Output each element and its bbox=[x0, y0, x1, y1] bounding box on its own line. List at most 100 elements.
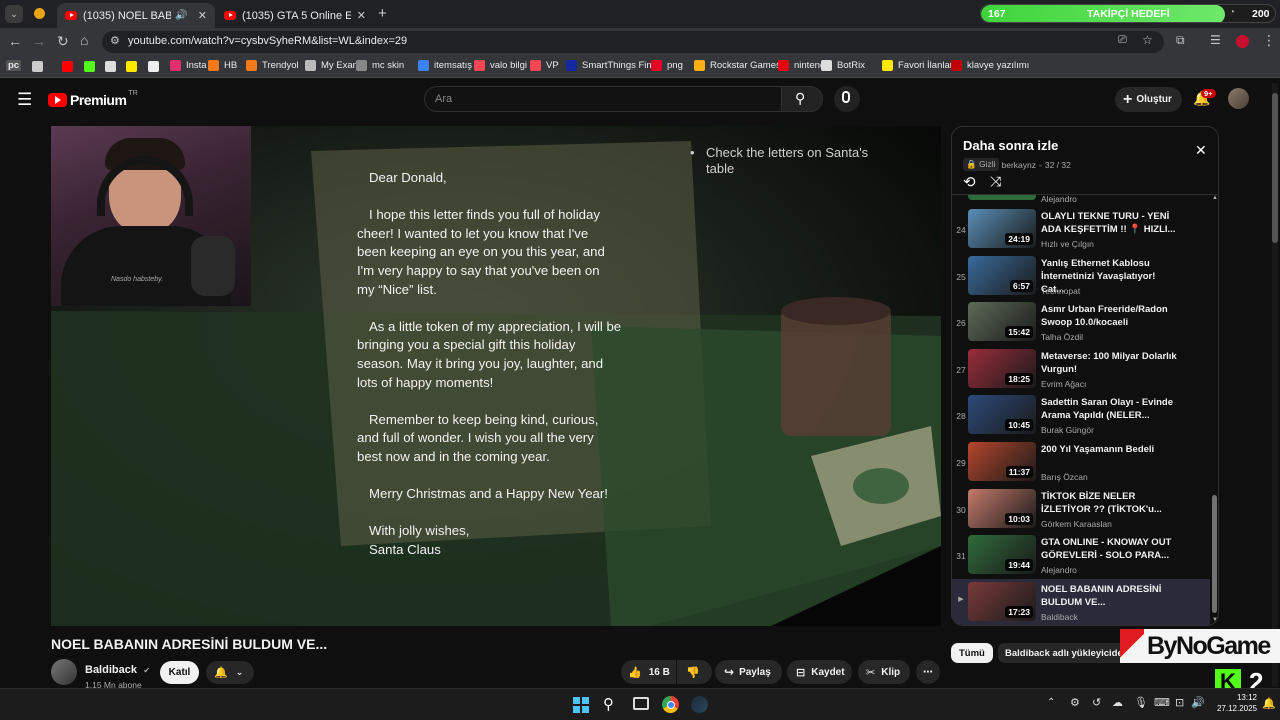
site-info-icon[interactable]: ⚙ bbox=[110, 34, 120, 47]
bookmark-2[interactable]: HB bbox=[208, 60, 237, 71]
bookmark-10[interactable]: png bbox=[651, 60, 683, 71]
playlist-item[interactable]: 25 6:57 Yanlış Ethernet Kablosu İnternetin… bbox=[952, 255, 1210, 302]
playlist-item[interactable]: 28 10:45 Sadettin Saran Olayı - Evinde Ara… bbox=[952, 395, 1210, 441]
profile-avatar[interactable] bbox=[1236, 35, 1249, 48]
partial-playlist-item[interactable]: Alejandro bbox=[952, 195, 1210, 204]
playlist-scrollbar[interactable]: ▲ ▼ bbox=[1212, 195, 1218, 625]
playlist-item[interactable]: 29 11:37 200 Yıl Yaşamanın Bedeli Barış Özc… bbox=[952, 442, 1210, 488]
playlist-owner[interactable]: berkaynz bbox=[1002, 160, 1037, 170]
s-bookmark-icon[interactable] bbox=[126, 61, 137, 72]
steam-taskbar-icon[interactable] bbox=[691, 696, 708, 713]
bookmark-14[interactable]: Favori İlanlar bbox=[882, 60, 953, 71]
pinned-tab-icon[interactable] bbox=[34, 8, 45, 19]
dislike-button[interactable]: 👎 bbox=[677, 660, 712, 684]
objective-bullet-icon: • bbox=[690, 145, 695, 160]
channel-avatar[interactable] bbox=[51, 659, 77, 685]
bookmark-8[interactable]: VP bbox=[530, 60, 559, 71]
close-tab-icon[interactable]: ✕ bbox=[357, 9, 366, 22]
onedrive-icon[interactable]: ☁ bbox=[1112, 696, 1123, 709]
windows-start-icon[interactable] bbox=[573, 697, 589, 713]
bookmark-star-icon[interactable]: ☆ bbox=[1142, 33, 1153, 47]
bookmark-13[interactable]: BotRix bbox=[821, 60, 865, 71]
search-box[interactable]: Ara bbox=[424, 86, 782, 112]
chrome-taskbar-icon[interactable] bbox=[662, 696, 679, 713]
playlist-item[interactable]: 24 24:19 OLAYLI TEKNE TURU - YENİ ADA KEŞF… bbox=[952, 209, 1210, 255]
tab-youtube-2[interactable]: (1035) GTA 5 Online Enhanced ✕ bbox=[216, 3, 374, 28]
playlist-title[interactable]: Daha sonra izle bbox=[963, 138, 1058, 153]
tab-search-button[interactable]: ⌄ bbox=[5, 5, 23, 23]
x-bookmark-icon[interactable] bbox=[148, 61, 159, 72]
clip-button[interactable]: ✂ Klip bbox=[858, 660, 910, 684]
address-bar[interactable]: ⚙ youtube.com/watch?v=cysbvSyheRM&list=W… bbox=[102, 31, 1164, 53]
new-tab-icon[interactable]: + bbox=[378, 5, 387, 22]
chip-all[interactable]: Tümü bbox=[951, 643, 993, 663]
chrome-menu-icon[interactable]: ⋮ bbox=[1262, 32, 1276, 49]
audio-playing-icon[interactable]: 🔊 bbox=[175, 10, 187, 21]
keyboard-tray-icon[interactable]: ⌨ bbox=[1154, 696, 1170, 709]
more-actions-button[interactable]: ⋯ bbox=[916, 660, 940, 684]
reload-icon[interactable]: ↻ bbox=[57, 33, 69, 50]
playlist-item[interactable]: 26 15:42 Asmr Urban Freeride/Radon Swoop 1… bbox=[952, 302, 1210, 348]
playlist-item[interactable]: 30 10:03 TİKTOK BİZE NELER İZLETİYOR ?? (T… bbox=[952, 488, 1210, 535]
extensions-icon[interactable]: ⧉ bbox=[1176, 33, 1185, 48]
account-avatar[interactable] bbox=[1228, 88, 1249, 109]
bookmark-1[interactable]: Insta bbox=[170, 60, 207, 71]
search-button[interactable]: ⚲ bbox=[781, 86, 823, 112]
tray-app-icon[interactable]: ⚙ bbox=[1070, 696, 1080, 709]
channel-name[interactable]: Baldiback bbox=[85, 664, 137, 676]
system-tray-chevron-icon[interactable]: ⌃ bbox=[1047, 697, 1055, 708]
playlist-item[interactable]: 31 19:44 GTA ONLINE - KNOWAY OUT GÖREVLERİ… bbox=[952, 535, 1210, 581]
save-button[interactable]: ⊟ Kaydet bbox=[787, 660, 852, 684]
taskbar-search-icon[interactable]: ⚲ bbox=[603, 695, 614, 713]
create-button[interactable]: + Oluştur bbox=[1115, 87, 1182, 112]
kick-bookmark-icon[interactable] bbox=[84, 61, 95, 72]
clock[interactable]: 13:12 27.12.2025 bbox=[1207, 692, 1257, 714]
roblox-bookmark-icon[interactable] bbox=[105, 61, 116, 72]
loop-icon[interactable]: ⟲ bbox=[963, 173, 976, 191]
volume-icon[interactable]: 🔊 bbox=[1191, 696, 1205, 709]
subscribe-button[interactable]: 🔔 ⌄ bbox=[206, 661, 254, 684]
notification-center-icon[interactable]: 🔔 bbox=[1262, 697, 1276, 710]
bookmark-0[interactable]: pc bbox=[6, 60, 22, 71]
mic-tray-icon[interactable]: 🎙 bbox=[1134, 696, 1148, 709]
url-text[interactable]: youtube.com/watch?v=cysbvSyheRM&list=WL&… bbox=[128, 35, 407, 47]
bookmark-3[interactable]: Trendyol bbox=[246, 60, 299, 71]
reading-list-icon[interactable]: ☰ bbox=[1210, 33, 1221, 47]
bookmark-11[interactable]: Rockstar Games bbox=[694, 60, 781, 71]
tab-youtube-active[interactable]: (1035) NOEL BABANIN ADR 🔊 ✕ bbox=[57, 3, 215, 28]
forward-icon[interactable]: → bbox=[32, 33, 46, 49]
join-button[interactable]: Katıl bbox=[160, 661, 199, 684]
hamburger-menu-icon[interactable]: ☰ bbox=[17, 90, 32, 110]
bookmark-7[interactable]: valo bilgi bbox=[474, 60, 527, 71]
close-icon[interactable]: ✕ bbox=[1195, 142, 1207, 159]
bookmark-9[interactable]: SmartThings Find bbox=[566, 60, 657, 71]
page-scrollbar-thumb[interactable] bbox=[1272, 93, 1278, 243]
youtube-logo[interactable]: Premium TR bbox=[48, 90, 138, 108]
bookmark-5[interactable]: mc skin bbox=[356, 60, 404, 71]
chip-uploader[interactable]: Baldiback adlı yükleyiciden bbox=[998, 643, 1136, 663]
task-view-icon[interactable] bbox=[633, 697, 649, 710]
apps-grid-icon[interactable] bbox=[32, 61, 43, 72]
like-button[interactable]: 👍 16 B bbox=[621, 660, 676, 684]
bookmark-6[interactable]: itemsatış bbox=[418, 60, 472, 71]
voice-search-button[interactable] bbox=[834, 86, 860, 112]
playlist-scrollbar-thumb[interactable] bbox=[1212, 495, 1217, 613]
scroll-up-icon[interactable]: ▲ bbox=[1212, 195, 1218, 201]
youtube-bookmark-icon[interactable] bbox=[62, 61, 73, 72]
shuffle-icon[interactable]: ⤨ bbox=[990, 173, 1001, 190]
follower-target: 200 bbox=[1252, 8, 1270, 20]
close-tab-icon[interactable]: ✕ bbox=[198, 9, 207, 22]
item-title: Sadettin Saran Olayı - Evinde Arama Yapı… bbox=[1041, 397, 1173, 422]
playlist-item[interactable]: 27 18:25 Metaverse: 100 Milyar Dolarlık Vu… bbox=[952, 348, 1210, 395]
tray-app-icon-2[interactable]: ↺ bbox=[1092, 696, 1101, 709]
scroll-down-icon[interactable]: ▼ bbox=[1212, 617, 1218, 623]
page-scrollbar[interactable] bbox=[1272, 83, 1278, 687]
cast-icon[interactable]: ⎚ bbox=[1118, 34, 1127, 47]
playlist-item-current[interactable]: ▶ 17:23 NOEL BABANIN ADRESİNİ BULDUM VE...… bbox=[952, 578, 1210, 625]
video-player[interactable]: Nasdo habsteby. Dear Donald, I hope this … bbox=[51, 126, 941, 626]
bookmark-15[interactable]: klavye yazılımı bbox=[951, 60, 1029, 71]
network-icon[interactable]: ⊡ bbox=[1175, 696, 1184, 709]
back-icon[interactable]: ← bbox=[8, 33, 22, 49]
share-button[interactable]: ↪ Paylaş bbox=[715, 660, 782, 684]
home-icon[interactable]: ⌂ bbox=[80, 32, 88, 48]
